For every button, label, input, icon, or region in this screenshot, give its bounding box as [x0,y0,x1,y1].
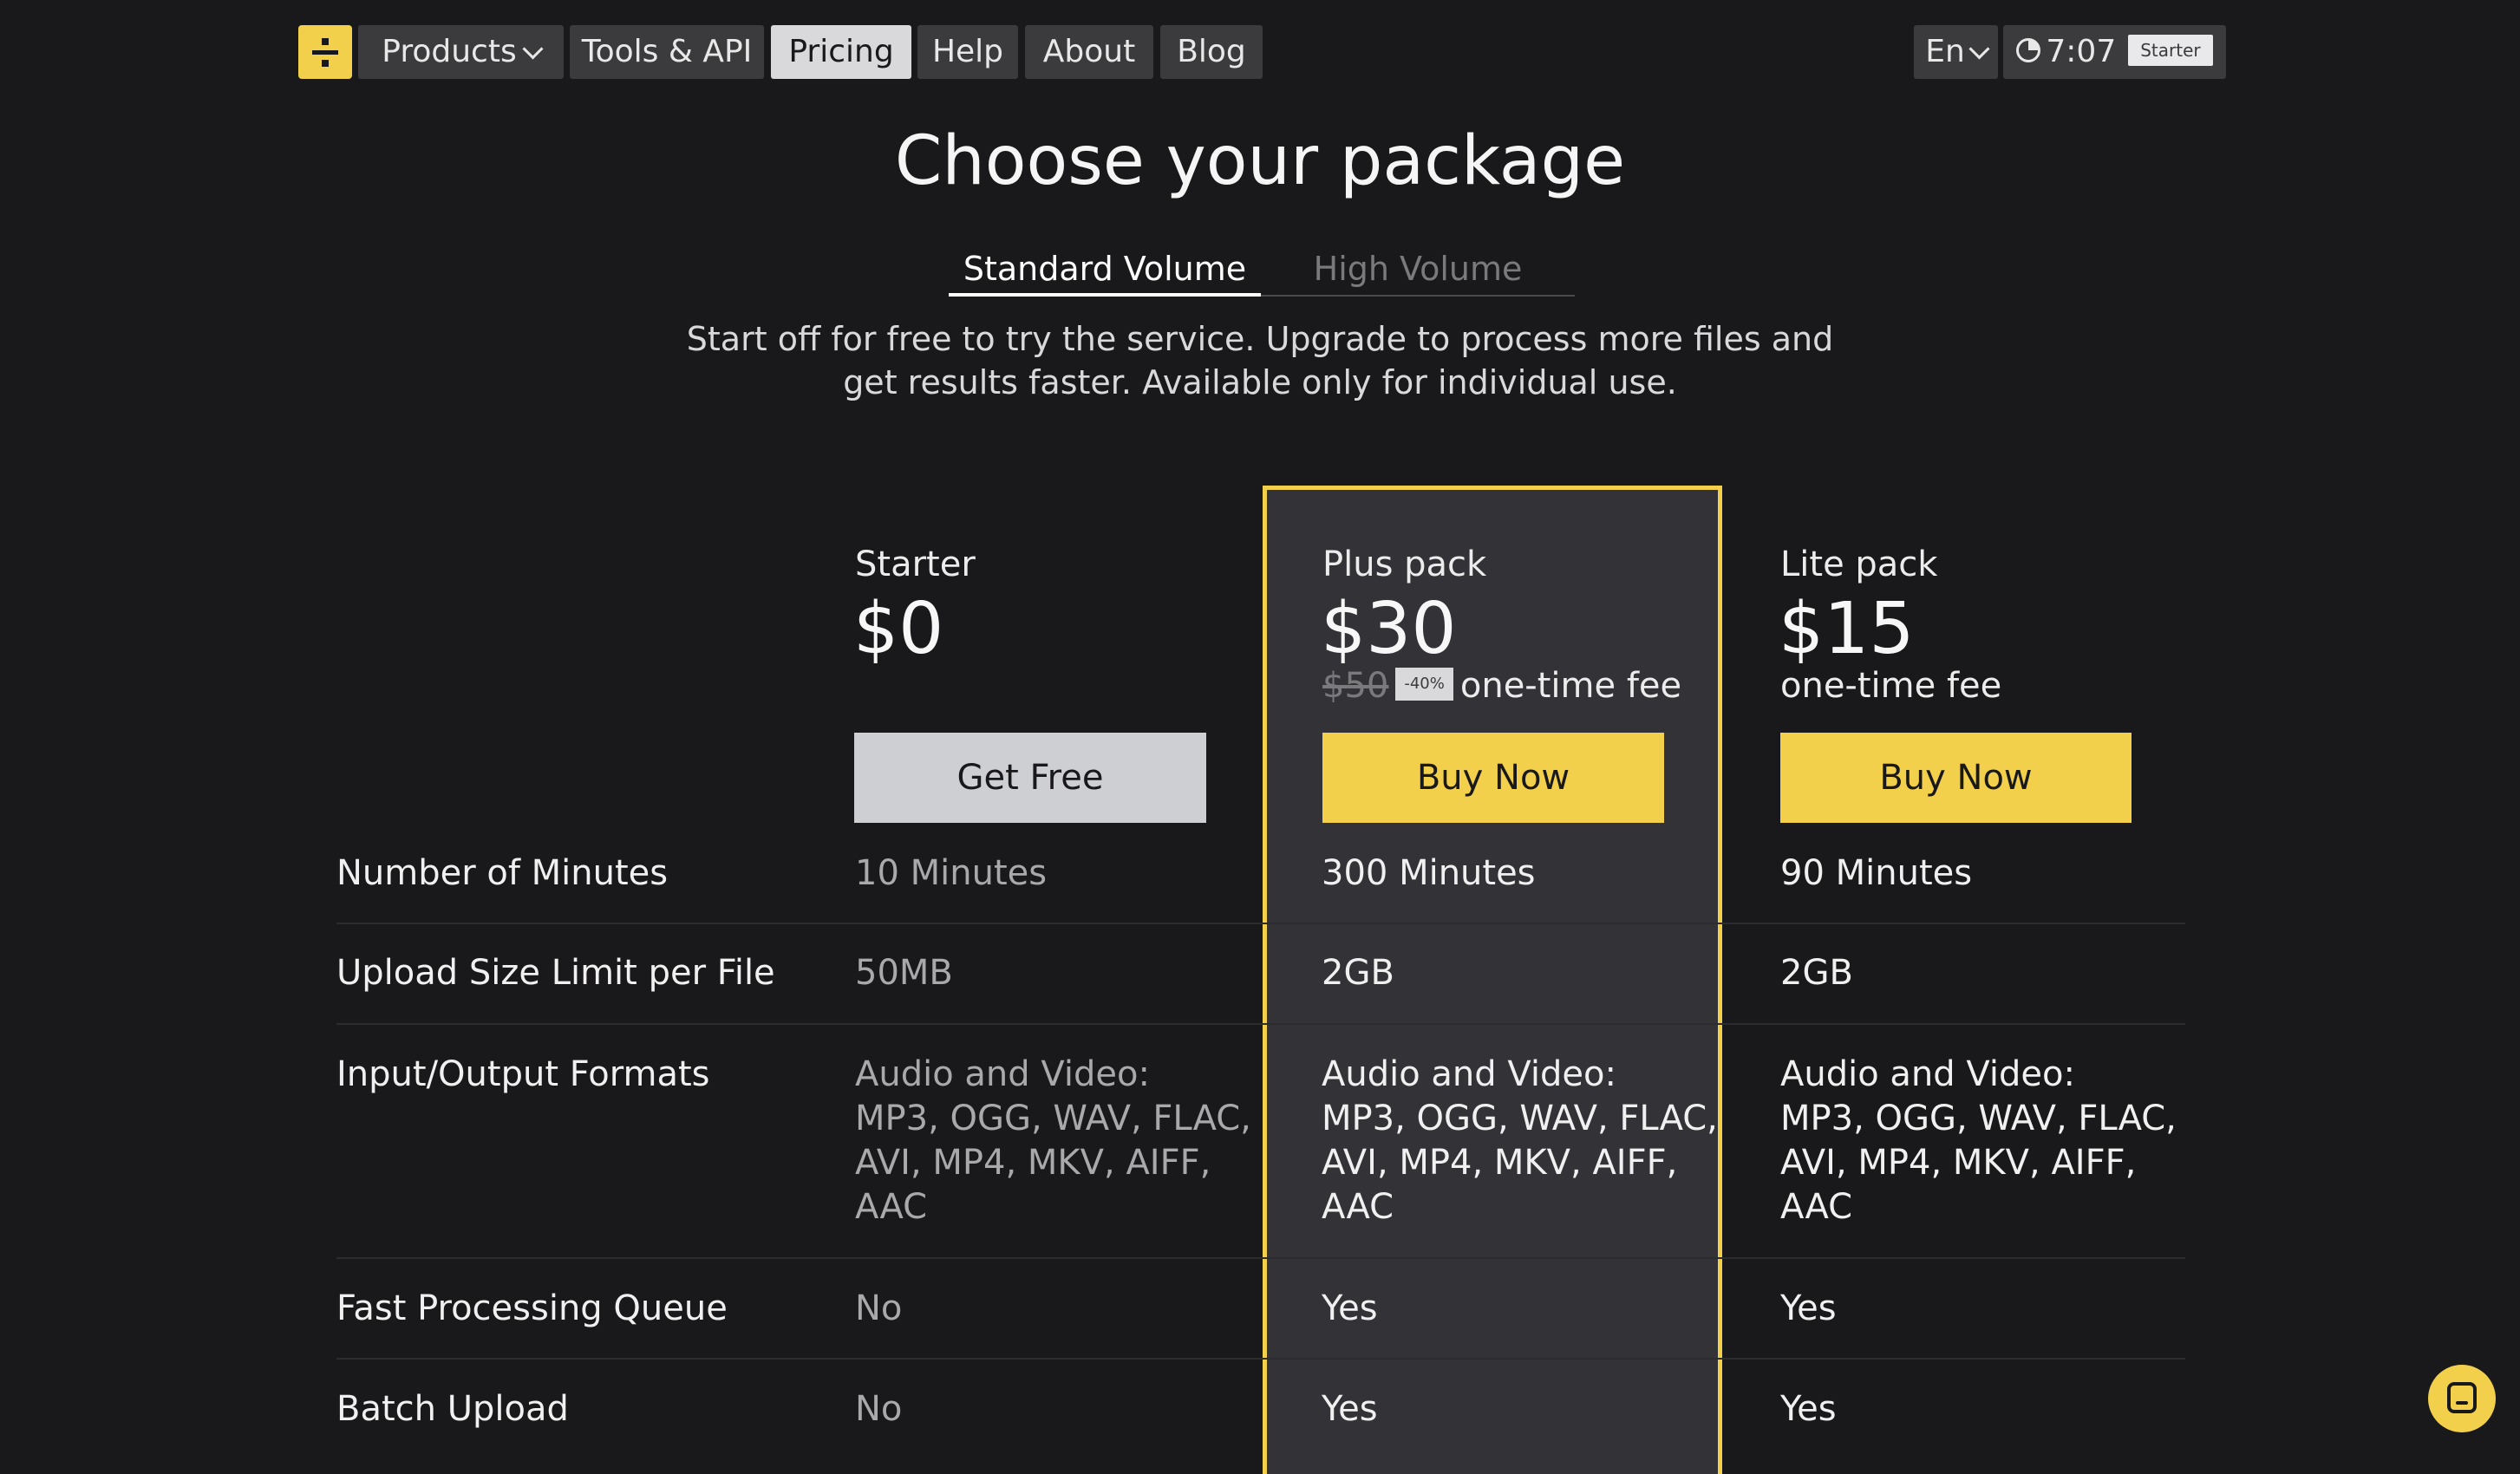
buy-now-plus-button[interactable]: Buy Now [1322,733,1664,823]
nav-help[interactable]: Help [917,25,1018,79]
plan-price-lite: $15 [1779,588,1915,670]
format-line: MP3, OGG, WAV, FLAC, [1780,1099,2177,1138]
nav-products[interactable]: Products [358,25,564,79]
format-line: AAC [855,1187,928,1227]
feature-value-starter: No [855,1389,903,1429]
volume-tabs: Standard Volume High Volume [949,245,1575,297]
page-title: Choose your package [894,122,1626,200]
feature-value-plus: 2GB [1322,953,1394,993]
nav-pricing[interactable]: Pricing [771,25,911,79]
fee-label-plus: one-time fee [1459,666,1682,706]
feature-row-batch-upload: Batch Upload No Yes Yes [336,1360,2185,1458]
top-nav: Products Tools & API Pricing Help About … [0,0,2520,95]
nav-tools-api[interactable]: Tools & API [570,25,764,79]
feature-value-plus: Yes [1322,1288,1378,1328]
plan-fee-lite: one-time fee [1780,666,2002,706]
nav-blog[interactable]: Blog [1160,25,1263,79]
plan-name-starter: Starter [855,545,976,584]
plan-price-plus: $30 [1321,588,1457,670]
feature-label: Batch Upload [336,1389,569,1429]
logo-bar [312,50,338,55]
feature-value-starter: No [855,1288,903,1328]
feature-value-plus: Audio and Video: MP3, OGG, WAV, FLAC, AV… [1322,1053,1718,1229]
account-time-widget[interactable]: 7:07 Starter [2003,25,2226,79]
old-price: $50 [1322,666,1389,706]
format-line: MP3, OGG, WAV, FLAC, [855,1099,1251,1138]
plan-name-plus: Plus pack [1322,545,1487,584]
feature-label: Input/Output Formats [336,1054,710,1094]
plan-price-starter: $0 [853,588,944,670]
format-line: AVI, MP4, MKV, AIFF, [1322,1143,1678,1183]
feature-value-plus: 300 Minutes [1322,853,1536,893]
feature-label: Upload Size Limit per File [336,953,775,993]
subtitle-line-1: Start off for free to try the service. U… [686,320,1834,358]
tab-standard-volume[interactable]: Standard Volume [949,245,1261,297]
feature-value-lite: Yes [1780,1288,1837,1328]
format-line: Audio and Video: [855,1054,1150,1094]
plan-name-lite: Lite pack [1780,545,1938,584]
feature-value-lite: 2GB [1780,953,1853,993]
feature-value-plus: Yes [1322,1389,1378,1429]
feature-label: Number of Minutes [336,853,669,893]
language-select[interactable]: En [1914,25,1998,79]
format-line: Audio and Video: [1322,1054,1616,1094]
subtitle-line-2: get results faster. Available only for i… [843,363,1677,401]
feature-row-minutes: Number of Minutes 10 Minutes 300 Minutes… [336,841,2185,924]
feature-value-starter: 10 Minutes [855,853,1048,893]
chevron-down-icon [1968,38,1990,60]
time-remaining: 7:07 [2046,34,2117,69]
feature-row-upload-size: Upload Size Limit per File 50MB 2GB 2GB [336,924,2185,1025]
format-line: Audio and Video: [1780,1054,2075,1094]
feature-row-fast-queue: Fast Processing Queue No Yes Yes [336,1259,2185,1360]
format-line: MP3, OGG, WAV, FLAC, [1322,1099,1718,1138]
language-label: En [1925,34,1965,69]
nav-about[interactable]: About [1025,25,1153,79]
feature-value-lite: 90 Minutes [1780,853,1973,893]
chat-icon [2447,1382,2477,1413]
feature-value-starter: Audio and Video: MP3, OGG, WAV, FLAC, AV… [855,1053,1251,1229]
feature-value-starter: 50MB [855,953,953,993]
logo-dot-top [322,38,329,45]
nav-products-label: Products [382,34,517,69]
logo-dot-bottom [322,60,329,67]
plan-fee-plus: $50 -40% one-time fee [1322,664,1681,708]
chevron-down-icon [522,38,544,60]
buy-now-lite-button[interactable]: Buy Now [1780,733,2132,823]
logo[interactable] [298,25,352,79]
page-subtitle: Start off for free to try the service. U… [676,317,1844,404]
format-line: AVI, MP4, MKV, AIFF, [1780,1143,2137,1183]
chat-button[interactable] [2428,1365,2496,1432]
format-line: AAC [1780,1187,1853,1227]
feature-value-lite: Audio and Video: MP3, OGG, WAV, FLAC, AV… [1780,1053,2177,1229]
tab-high-volume[interactable]: High Volume [1261,245,1575,295]
feature-value-lite: Yes [1780,1389,1837,1429]
format-line: AVI, MP4, MKV, AIFF, [855,1143,1211,1183]
get-free-button[interactable]: Get Free [854,733,1206,823]
plan-badge: Starter [2128,35,2213,66]
format-line: AAC [1322,1187,1394,1227]
feature-row-formats: Input/Output Formats Audio and Video: MP… [336,1025,2185,1259]
discount-badge: -40% [1395,668,1453,701]
clock-icon [2016,38,2041,62]
feature-label: Fast Processing Queue [336,1288,728,1328]
